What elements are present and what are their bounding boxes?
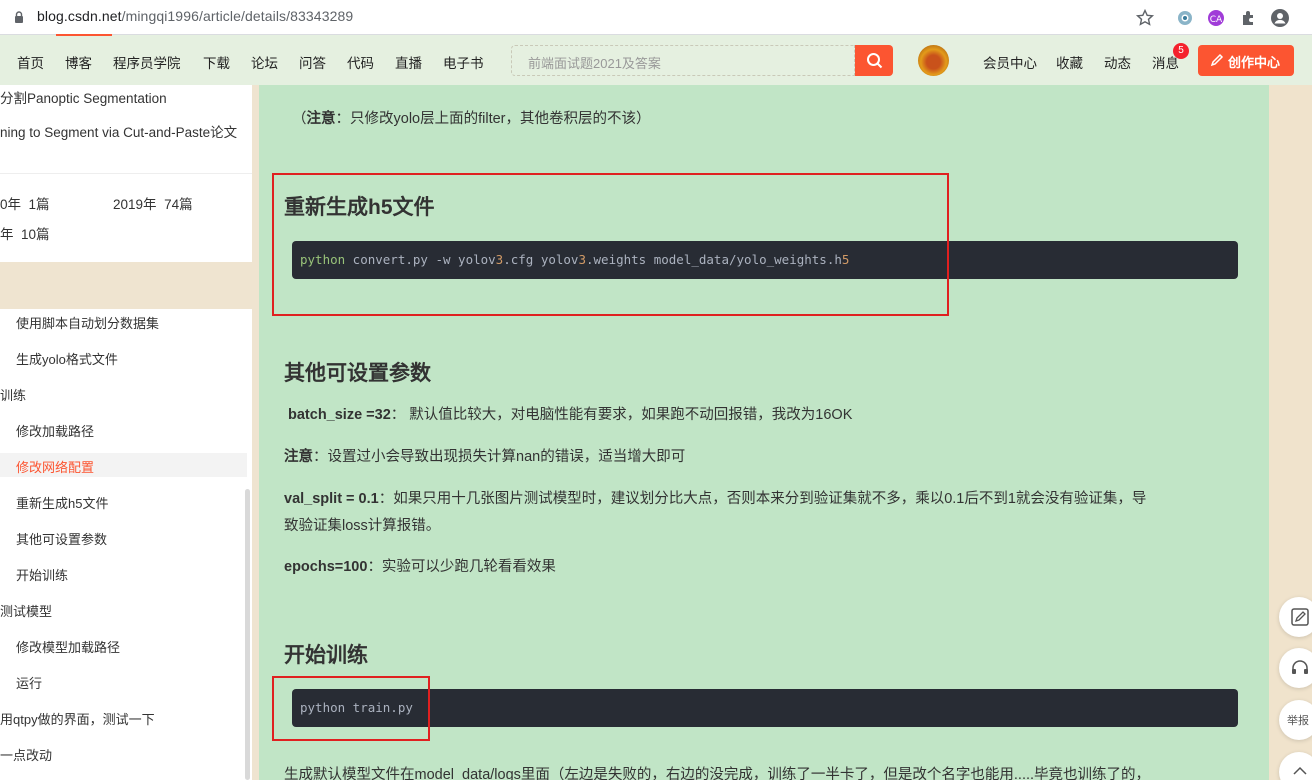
toc-item[interactable]: 修改模型加载路径 bbox=[16, 637, 120, 656]
nav-home[interactable]: 首页 bbox=[17, 52, 44, 72]
headset-icon bbox=[1292, 660, 1308, 674]
url-host: blog.csdn.net bbox=[37, 8, 122, 24]
toc-item[interactable]: 重新生成h5文件 bbox=[16, 493, 108, 512]
param-val-split: val_split = 0.1：如果只用十几张图片测试模型时，建议划分比大点，否… bbox=[284, 491, 1147, 507]
note-paragraph: （注意：只修改yolo层上面的filter，其他卷积层的不该） bbox=[292, 111, 651, 127]
toc-item-active[interactable]: 修改网络配置 bbox=[16, 457, 94, 476]
avatar[interactable] bbox=[918, 45, 949, 76]
browser-address-bar: blog.csdn.net/mingqi1996/article/details… bbox=[0, 0, 1312, 35]
sidebar-scrollbar[interactable] bbox=[245, 489, 250, 780]
report-label: 举报 bbox=[1287, 715, 1309, 727]
site-nav: 首页 博客 程序员学院 下载 论坛 问答 代码 直播 电子书 前端面试题2021… bbox=[0, 34, 1312, 85]
annotation-red-box bbox=[272, 173, 949, 316]
toc-item[interactable]: 训练 bbox=[0, 385, 26, 404]
archive-year-label: 2019年 bbox=[113, 197, 157, 212]
url-path: /mingqi1996/article/details/83343289 bbox=[121, 8, 354, 24]
toc-item[interactable]: 使用脚本自动划分数据集 bbox=[16, 313, 159, 332]
toc-item[interactable]: 生成yolo格式文件 bbox=[16, 349, 118, 368]
toc-item[interactable]: 测试模型 bbox=[0, 601, 52, 620]
archive-year[interactable]: 0年 1篇 bbox=[0, 193, 50, 213]
nav-download[interactable]: 下载 bbox=[203, 52, 230, 72]
note-label: 注意 bbox=[306, 111, 336, 127]
archive-year-label: 0年 bbox=[0, 197, 22, 212]
nav-activity[interactable]: 动态 bbox=[1104, 52, 1131, 72]
heading-start-training: 开始训练 bbox=[284, 644, 368, 667]
star-icon[interactable] bbox=[1135, 8, 1155, 28]
float-support-button[interactable] bbox=[1279, 648, 1312, 688]
search-placeholder: 前端面试题2021及答案 bbox=[528, 56, 661, 71]
edit-note-icon bbox=[1291, 608, 1309, 626]
related-article-link[interactable]: 分割Panoptic Segmentation bbox=[0, 87, 167, 107]
message-count-badge: 5 bbox=[1173, 43, 1189, 59]
param-batch-size: batch_size =32： 默认值比较大，对电脑性能有要求，如果跑不动回报错… bbox=[288, 407, 853, 423]
related-article-link[interactable]: ning to Segment via Cut-and-Paste论文 bbox=[0, 121, 237, 141]
archive-year-label: 年 bbox=[0, 227, 14, 242]
nav-member-center[interactable]: 会员中心 bbox=[983, 52, 1037, 72]
sidebar-gap bbox=[0, 262, 252, 309]
svg-text:CA: CA bbox=[1210, 15, 1223, 25]
archive-year[interactable]: 2019年 74篇 bbox=[113, 193, 193, 213]
nav-forum[interactable]: 论坛 bbox=[251, 52, 278, 72]
arrow-up-icon bbox=[1293, 766, 1307, 775]
code-block-train: python train.py bbox=[292, 689, 1238, 727]
param-note: 注意：设置过小会导致出现损失计算nan的错误，适当增大即可 bbox=[284, 449, 686, 465]
nav-blog[interactable]: 博客 bbox=[65, 52, 92, 72]
toc-item[interactable]: 用qtpy做的界面，测试一下 bbox=[0, 709, 155, 728]
toc-item[interactable]: 修改加载路径 bbox=[16, 421, 94, 440]
create-center-button[interactable]: 创作中心 bbox=[1198, 45, 1294, 76]
toc-item[interactable]: 一点改动 bbox=[0, 745, 52, 764]
ca-extension-icon[interactable]: CA bbox=[1206, 8, 1226, 28]
annotation-red-box bbox=[272, 676, 430, 741]
float-edit-button[interactable] bbox=[1279, 597, 1312, 637]
nav-favorites[interactable]: 收藏 bbox=[1056, 52, 1083, 72]
paragraph-logs: 生成默认模型文件在model_data/logs里面（左边是失败的，右边的没完成… bbox=[284, 767, 1151, 780]
url-text[interactable]: blog.csdn.net/mingqi1996/article/details… bbox=[37, 8, 353, 24]
puzzle-icon[interactable] bbox=[1239, 8, 1259, 28]
archive-count: 10篇 bbox=[21, 227, 50, 242]
lock-icon bbox=[15, 11, 23, 23]
heading-other-params: 其他可设置参数 bbox=[284, 362, 431, 385]
article-body: （注意：只修改yolo层上面的filter，其他卷积层的不该） 重新生成h5文件… bbox=[259, 85, 1269, 780]
nav-active-indicator bbox=[56, 34, 112, 36]
toc-item[interactable]: 运行 bbox=[16, 673, 42, 692]
sidebar-related-card: 分割Panoptic Segmentation ning to Segment … bbox=[0, 85, 252, 263]
archive-count: 74篇 bbox=[164, 197, 193, 212]
nav-ebook[interactable]: 电子书 bbox=[443, 52, 484, 72]
param-epochs: epochs=100：实验可以少跑几轮看看效果 bbox=[284, 559, 556, 575]
param-val-split-cont: 致验证集loss计算报错。 bbox=[284, 518, 441, 534]
create-center-label: 创作中心 bbox=[1228, 55, 1281, 70]
toc-item[interactable]: 开始训练 bbox=[16, 565, 68, 584]
archive-count: 1篇 bbox=[28, 197, 50, 212]
note-text: ：只修改yolo层上面的filter，其他卷积层的不该） bbox=[335, 111, 651, 127]
pen-icon bbox=[1210, 53, 1224, 67]
extension-circle-icon[interactable] bbox=[1175, 8, 1195, 28]
nav-qa[interactable]: 问答 bbox=[299, 52, 326, 72]
search-button[interactable] bbox=[855, 45, 893, 76]
nav-code[interactable]: 代码 bbox=[347, 52, 374, 72]
search-icon bbox=[867, 53, 883, 69]
archive-year[interactable]: 年 10篇 bbox=[0, 223, 50, 243]
toc-item[interactable]: 其他可设置参数 bbox=[16, 529, 107, 548]
divider bbox=[0, 173, 252, 174]
profile-icon[interactable] bbox=[1270, 8, 1290, 28]
search-input[interactable]: 前端面试题2021及答案 bbox=[511, 45, 855, 76]
nav-live[interactable]: 直播 bbox=[395, 52, 422, 72]
float-report-button[interactable]: 举报 bbox=[1279, 700, 1312, 740]
nav-academy[interactable]: 程序员学院 bbox=[113, 52, 181, 72]
